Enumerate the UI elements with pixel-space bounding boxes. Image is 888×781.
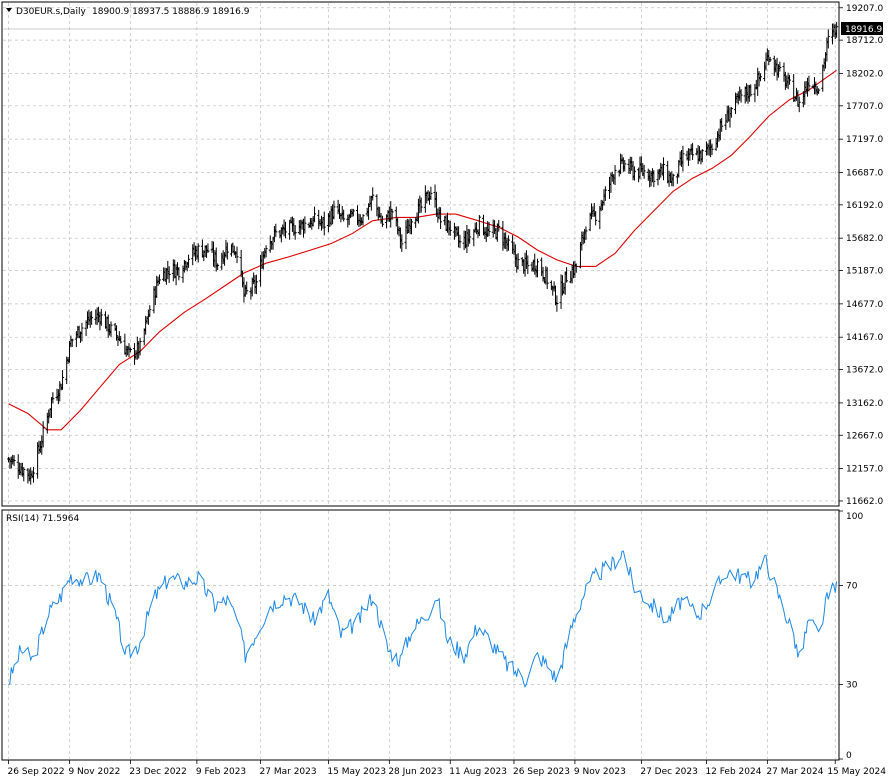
x-tick-label: 27 Mar 2024 bbox=[766, 767, 823, 777]
main-y-tick-label: 13672.0 bbox=[846, 366, 883, 376]
main-y-tick-label: 17197.0 bbox=[846, 135, 883, 145]
main-y-tick-label: 14167.0 bbox=[846, 333, 883, 343]
main-y-tick-label: 15682.0 bbox=[846, 234, 883, 244]
x-tick-label: 27 Mar 2023 bbox=[260, 767, 317, 777]
x-tick-label: 23 Dec 2022 bbox=[129, 767, 187, 777]
x-tick-label: 28 Jun 2023 bbox=[388, 767, 442, 777]
x-tick-label: 15 May 2023 bbox=[327, 767, 386, 777]
main-y-tick-label: 12157.0 bbox=[846, 465, 883, 475]
main-y-tick-label: 18712.0 bbox=[846, 36, 883, 46]
x-tick-label: 26 Sep 2022 bbox=[8, 767, 65, 777]
x-tick-label: 9 Feb 2023 bbox=[196, 767, 246, 777]
chart-canvas: 19207.0 18712.0 18202.0 17707.0 17197.0 16687… bbox=[0, 0, 888, 781]
x-tick-label: 11 Aug 2023 bbox=[449, 767, 507, 777]
rsi-y-tick-label: 30 bbox=[846, 681, 858, 691]
main-y-tick-label: 16192.0 bbox=[846, 201, 883, 211]
x-tick-label: 15 May 2024 bbox=[827, 767, 886, 777]
x-tick-label: 9 Nov 2022 bbox=[68, 767, 120, 777]
main-y-tick-label: 17707.0 bbox=[846, 102, 883, 112]
main-y-tick-label: 12667.0 bbox=[846, 431, 883, 441]
main-y-tick-label: 11662.0 bbox=[846, 497, 883, 507]
main-y-tick-label: 16687.0 bbox=[846, 168, 883, 178]
rsi-y-tick-label: 70 bbox=[846, 581, 858, 591]
main-y-tick-label: 13162.0 bbox=[846, 399, 883, 409]
symbol-label: D30EUR.s,Daily bbox=[16, 7, 86, 17]
x-tick-label: 9 Nov 2023 bbox=[574, 767, 626, 777]
main-y-tick-label: 15187.0 bbox=[846, 267, 883, 277]
rsi-label: RSI(14) 71.5964 bbox=[6, 514, 79, 524]
x-tick-label: 26 Sep 2023 bbox=[513, 767, 570, 777]
chart-header: D30EUR.s,Daily 18900.9 18937.5 18886.9 1… bbox=[6, 7, 250, 17]
main-y-tick-label: 14677.0 bbox=[846, 300, 883, 310]
chart-background bbox=[0, 0, 888, 781]
current-price-label: 18916.9 bbox=[845, 25, 882, 35]
main-y-tick-label: 18202.0 bbox=[846, 69, 883, 79]
rsi-y-tick-label: 0 bbox=[846, 751, 852, 761]
x-tick-label: 12 Feb 2024 bbox=[705, 767, 761, 777]
x-tick-label: 27 Dec 2023 bbox=[640, 767, 698, 777]
rsi-y-tick-label: 100 bbox=[846, 512, 863, 522]
main-y-tick-label: 19207.0 bbox=[846, 4, 883, 14]
ohlc-values: 18900.9 18937.5 18886.9 18916.9 bbox=[92, 7, 250, 17]
